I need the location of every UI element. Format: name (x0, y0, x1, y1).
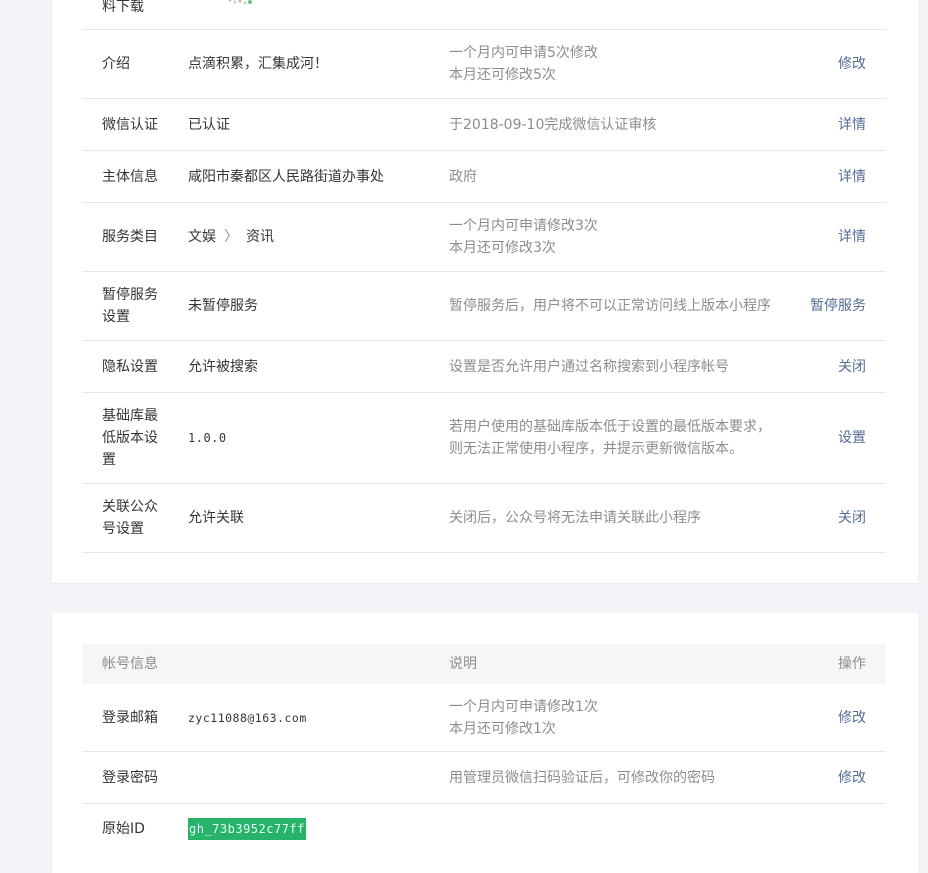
original-id-text[interactable]: gh_73b3952c77ff (188, 818, 306, 840)
privacy-value: 允许被搜索 (188, 358, 258, 375)
suspend-service-row: 暂停服务 设置 未暂停服务 暂停服务后，用户将不可以正常访问线上版本小程序 暂停… (82, 272, 886, 341)
label-line: 设置 (102, 309, 130, 325)
account-info-card: 帐号信息 说明 操作 登录邮箱 zyc11088@163.com 一个月内可申请… (52, 613, 918, 873)
header-desc: 说明 (449, 656, 477, 672)
row-desc: 关闭后，公众号将无法申请关联此小程序 (449, 510, 701, 526)
entity-details-link[interactable]: 详情 (838, 166, 866, 188)
desc-line: 一个月内可申请修改3次 (449, 218, 598, 234)
category-secondary: 资讯 (246, 229, 274, 245)
label-line: 暂停服务 (102, 287, 158, 303)
association-close-link[interactable]: 关闭 (838, 507, 866, 529)
row-label: 微信认证 (102, 116, 158, 133)
wechat-verify-row: 微信认证 已认证 于2018-09-10完成微信认证审核 详情 (82, 99, 886, 151)
label-line: 低版本设 (102, 430, 158, 446)
basic-settings-card: 料下载 介绍 点滴积累，汇集成河！ 一个月内可申请5次修改 本月还可修改5次 修… (52, 0, 918, 583)
desc-line: 一个月内可申请5次修改 (449, 45, 598, 61)
service-category-row: 服务类目 文娱 〉 资讯 一个月内可申请修改3次 本月还可修改3次 详情 (82, 203, 886, 272)
desc-line: 本月还可修改3次 (449, 240, 556, 256)
intro-value: 点滴积累，汇集成河！ (188, 56, 328, 72)
suspend-value: 未暂停服务 (188, 298, 258, 314)
row-label: 介绍 (102, 56, 130, 72)
edit-intro-link[interactable]: 修改 (838, 53, 866, 75)
account-table-header: 帐号信息 说明 操作 (82, 644, 886, 684)
row-label: 登录密码 (102, 769, 158, 786)
header-action: 操作 (838, 656, 866, 672)
row-label: 暂停服务 设置 (102, 272, 172, 340)
row-desc: 一个月内可申请修改3次 本月还可修改3次 (449, 203, 809, 271)
label-line: 基础库最 (102, 408, 158, 424)
entity-info-row: 主体信息 咸阳市秦都区人民路街道办事处 政府 详情 (82, 151, 886, 203)
row-label: 服务类目 (102, 229, 158, 245)
login-password-row: 登录密码 用管理员微信扫码验证后，可修改你的密码 修改 (82, 752, 886, 804)
verify-details-link[interactable]: 详情 (838, 114, 866, 136)
row-label: 关联公众 号设置 (102, 484, 172, 552)
header-name: 帐号信息 (102, 656, 158, 672)
desc-line: 一个月内可申请修改1次 (449, 698, 598, 715)
intro-row: 介绍 点滴积累，汇集成河！ 一个月内可申请5次修改 本月还可修改5次 修改 (82, 30, 886, 99)
row-label: 隐私设置 (102, 358, 158, 375)
association-value: 允许关联 (188, 510, 244, 526)
version-value: 1.0.0 (188, 431, 227, 445)
entity-value: 咸阳市秦都区人民路街道办事处 (188, 168, 384, 185)
row-label: 登录邮箱 (102, 709, 158, 726)
version-settings-link[interactable]: 设置 (838, 427, 866, 449)
row-desc: 一个月内可申请修改1次 本月还可修改1次 (449, 684, 809, 751)
category-primary: 文娱 (188, 229, 216, 245)
suspend-service-link[interactable]: 暂停服务 (810, 295, 866, 317)
login-email-row: 登录邮箱 zyc11088@163.com 一个月内可申请修改1次 本月还可修改… (82, 684, 886, 752)
privacy-close-link[interactable]: 关闭 (838, 356, 866, 378)
verify-value: 已认证 (188, 116, 230, 133)
category-value: 文娱 〉 资讯 (188, 203, 438, 271)
qrcode-icon (228, 0, 252, 5)
desc-line: 则无法正常使用小程序，并提示更新微信版本。 (449, 441, 743, 457)
chevron-right-icon: 〉 (224, 229, 238, 245)
download-row: 料下载 (82, 0, 886, 30)
row-desc: 设置是否允许用户通过名称搜索到小程序帐号 (449, 358, 729, 375)
edit-email-link[interactable]: 修改 (838, 707, 866, 729)
desc-line: 本月还可修改1次 (449, 720, 556, 737)
row-desc: 政府 (449, 168, 477, 185)
row-desc: 一个月内可申请5次修改 本月还可修改5次 (449, 30, 809, 98)
category-details-link[interactable]: 详情 (838, 226, 866, 248)
official-account-row: 关联公众 号设置 允许关联 关闭后，公众号将无法申请关联此小程序 关闭 (82, 484, 886, 553)
base-library-row: 基础库最 低版本设 置 1.0.0 若用户使用的基础库版本低于设置的最低版本要求… (82, 393, 886, 484)
edit-password-link[interactable]: 修改 (838, 767, 866, 789)
email-value: zyc11088@163.com (188, 710, 307, 725)
row-label: 主体信息 (102, 168, 158, 185)
row-desc: 用管理员微信扫码验证后，可修改你的密码 (449, 769, 715, 786)
row-desc: 若用户使用的基础库版本低于设置的最低版本要求， 则无法正常使用小程序，并提示更新… (449, 393, 809, 483)
desc-line: 本月还可修改5次 (449, 67, 556, 83)
desc-line: 若用户使用的基础库版本低于设置的最低版本要求， (449, 419, 771, 435)
label-line: 号设置 (102, 521, 144, 537)
row-desc: 于2018-09-10完成微信认证审核 (449, 116, 657, 133)
privacy-row: 隐私设置 允许被搜索 设置是否允许用户通过名称搜索到小程序帐号 关闭 (82, 341, 886, 393)
label-line: 关联公众 (102, 499, 158, 515)
row-label: 料下载 (102, 0, 144, 15)
row-desc: 暂停服务后，用户将不可以正常访问线上版本小程序 (449, 298, 771, 314)
label-line: 置 (102, 452, 116, 468)
row-label: 基础库最 低版本设 置 (102, 393, 172, 483)
